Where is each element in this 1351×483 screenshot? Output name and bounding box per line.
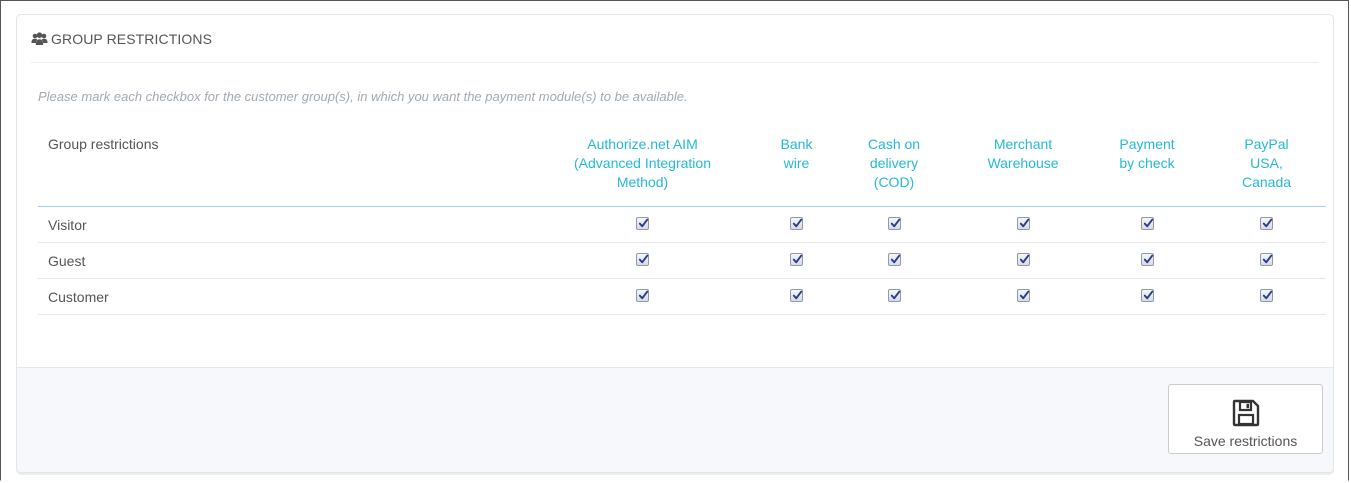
floppy-disk-icon	[1230, 397, 1262, 429]
checkbox-cell	[829, 278, 959, 315]
checkbox-cell	[959, 206, 1087, 243]
module-header-authorize-net[interactable]: Authorize.net AIM (Advanced Integration …	[521, 123, 764, 207]
help-text: Please mark each checkbox for the custom…	[38, 89, 688, 104]
checkbox-cell	[1087, 278, 1207, 315]
group-restrictions-panel: Group restrictions Please mark each chec…	[16, 14, 1334, 473]
restriction-checkbox[interactable]	[887, 289, 901, 303]
restriction-checkbox[interactable]	[790, 253, 803, 267]
module-header-merchant-warehouse[interactable]: Merchant Warehouse	[959, 123, 1087, 207]
module-header-paypal[interactable]: PayPal USA, Canada	[1207, 123, 1326, 207]
checkbox-cell	[764, 278, 829, 315]
restriction-checkbox[interactable]	[1140, 217, 1154, 231]
restriction-checkbox[interactable]	[1016, 217, 1030, 231]
panel-heading: Group restrictions	[31, 15, 1319, 63]
checkbox-cell	[521, 278, 764, 315]
module-header-line: Warehouse	[987, 155, 1059, 171]
checkbox-cell	[829, 242, 959, 279]
panel-footer: Save restrictions	[17, 367, 1333, 472]
restriction-checkbox[interactable]	[887, 253, 901, 267]
group-label: Visitor	[38, 206, 521, 243]
users-icon	[31, 31, 48, 46]
restriction-checkbox[interactable]	[1260, 217, 1273, 231]
group-restrictions-table: Group restrictions Authorize.net AIM (Ad…	[38, 123, 1326, 315]
save-restrictions-button[interactable]: Save restrictions	[1168, 384, 1323, 454]
checkbox-cell	[959, 278, 1087, 315]
module-header-bank-wire[interactable]: Bank wire	[764, 123, 829, 207]
module-header-line: Method)	[616, 174, 669, 190]
module-header-line: USA,	[1250, 155, 1283, 171]
module-header-line: Authorize.net AIM	[587, 136, 698, 152]
checkbox-cell	[521, 206, 764, 243]
restriction-checkbox[interactable]	[790, 289, 803, 303]
restriction-checkbox[interactable]	[1016, 253, 1030, 267]
module-header-line: Canada	[1241, 174, 1292, 190]
module-header-line: delivery	[869, 155, 919, 171]
module-header-line: Payment	[1119, 136, 1175, 152]
table-row: Visitor	[38, 206, 1326, 243]
module-header-payment-by-check[interactable]: Payment by check	[1087, 123, 1207, 207]
module-header-line: (Advanced Integration	[574, 155, 711, 171]
restriction-checkbox[interactable]	[1140, 253, 1154, 267]
restriction-checkbox[interactable]	[636, 253, 649, 267]
table-row: Guest	[38, 242, 1326, 279]
module-header-line: wire	[783, 155, 810, 171]
checkbox-cell	[1087, 206, 1207, 243]
module-header-line: Bank	[780, 136, 813, 152]
checkbox-cell	[1207, 242, 1326, 279]
table-row: Customer	[38, 278, 1326, 315]
checkbox-cell	[764, 242, 829, 279]
checkbox-cell	[1207, 278, 1326, 315]
panel-title: Group restrictions	[51, 30, 213, 47]
module-header-line: by check	[1119, 155, 1175, 171]
checkbox-cell	[521, 242, 764, 279]
restriction-checkbox[interactable]	[1016, 289, 1030, 303]
module-header-line: PayPal	[1244, 136, 1289, 152]
group-label: Customer	[38, 278, 521, 315]
module-header-line: Merchant	[993, 136, 1053, 152]
checkbox-cell	[1087, 242, 1207, 279]
group-restrictions-header: Group restrictions	[38, 123, 521, 207]
restriction-checkbox[interactable]	[636, 289, 649, 303]
table-header-row: Group restrictions Authorize.net AIM (Ad…	[38, 123, 1326, 207]
restriction-checkbox[interactable]	[790, 217, 803, 231]
restriction-checkbox[interactable]	[1140, 289, 1154, 303]
checkbox-cell	[829, 206, 959, 243]
restriction-checkbox[interactable]	[636, 217, 649, 231]
group-label: Guest	[38, 242, 521, 279]
restriction-checkbox[interactable]	[1260, 253, 1273, 267]
module-header-cash-on-delivery[interactable]: Cash on delivery (COD)	[829, 123, 959, 207]
checkbox-cell	[959, 242, 1087, 279]
table-body: Visitor Guest Customer	[38, 206, 1326, 315]
checkbox-cell	[764, 206, 829, 243]
checkbox-cell	[1207, 206, 1326, 243]
restriction-checkbox[interactable]	[887, 217, 901, 231]
save-restrictions-label: Save restrictions	[1193, 433, 1298, 449]
restriction-checkbox[interactable]	[1260, 289, 1273, 303]
module-header-line: (COD)	[873, 174, 915, 190]
module-header-line: Cash on	[867, 136, 921, 152]
